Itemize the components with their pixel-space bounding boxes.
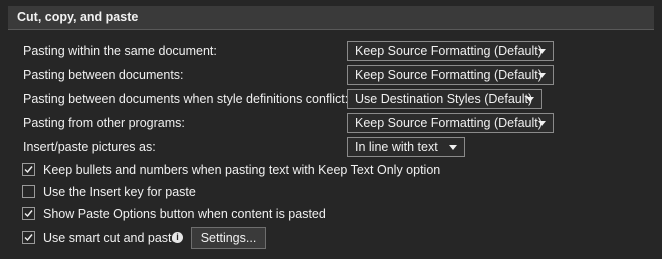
section-header: Cut, copy, and paste — [8, 6, 654, 30]
checkmark-icon — [24, 166, 33, 174]
show-paste-options-checkbox[interactable] — [22, 207, 35, 220]
smart-cut-paste-label: Use smart cut and paste — [43, 231, 179, 245]
paste-within-document-row: Pasting within the same document: Keep S… — [0, 40, 662, 62]
dropdown-value: Keep Source Formatting (Default) — [355, 116, 542, 130]
insert-key-paste-checkbox[interactable] — [22, 185, 35, 198]
chevron-down-icon — [538, 49, 546, 54]
paste-between-documents-dropdown[interactable]: Keep Source Formatting (Default) — [347, 65, 554, 85]
show-paste-options-label: Show Paste Options button when content i… — [43, 207, 326, 221]
show-paste-options-checkbox-row[interactable]: Show Paste Options button when content i… — [0, 203, 662, 225]
insert-pictures-label: Insert/paste pictures as: — [23, 140, 156, 154]
paste-other-programs-row: Pasting from other programs: Keep Source… — [0, 112, 662, 134]
chevron-down-icon — [538, 121, 546, 126]
insert-pictures-row: Insert/paste pictures as: In line with t… — [0, 136, 662, 158]
insert-pictures-dropdown[interactable]: In line with text — [347, 137, 465, 157]
section-title: Cut, copy, and paste — [17, 10, 139, 24]
dropdown-value: Keep Source Formatting (Default) — [355, 68, 542, 82]
paste-within-document-label: Pasting within the same document: — [23, 44, 217, 58]
paste-within-document-dropdown[interactable]: Keep Source Formatting (Default) — [347, 41, 554, 61]
keep-bullets-checkbox-row[interactable]: Keep bullets and numbers when pasting te… — [0, 159, 662, 181]
insert-key-paste-checkbox-row[interactable]: Use the Insert key for paste — [0, 181, 662, 203]
chevron-down-icon — [449, 145, 457, 150]
paste-style-conflict-row: Pasting between documents when style def… — [0, 88, 662, 110]
checkmark-icon — [24, 234, 33, 242]
checkmark-icon — [24, 210, 33, 218]
keep-bullets-checkbox[interactable] — [22, 163, 35, 176]
smart-cut-paste-checkbox[interactable] — [22, 231, 35, 244]
smart-cut-paste-checkbox-row[interactable]: Use smart cut and paste i Settings... — [0, 227, 662, 249]
dropdown-value: Use Destination Styles (Default) — [355, 92, 533, 106]
paste-between-documents-label: Pasting between documents: — [23, 68, 184, 82]
info-icon[interactable]: i — [172, 232, 183, 243]
dropdown-value: In line with text — [355, 140, 438, 154]
paste-other-programs-dropdown[interactable]: Keep Source Formatting (Default) — [347, 113, 554, 133]
chevron-down-icon — [538, 73, 546, 78]
paste-between-documents-row: Pasting between documents: Keep Source F… — [0, 64, 662, 86]
dropdown-value: Keep Source Formatting (Default) — [355, 44, 542, 58]
paste-style-conflict-dropdown[interactable]: Use Destination Styles (Default) — [347, 89, 542, 109]
insert-key-paste-label: Use the Insert key for paste — [43, 185, 196, 199]
paste-style-conflict-label: Pasting between documents when style def… — [23, 92, 349, 106]
paste-other-programs-label: Pasting from other programs: — [23, 116, 185, 130]
settings-button[interactable]: Settings... — [191, 227, 266, 249]
keep-bullets-label: Keep bullets and numbers when pasting te… — [43, 163, 441, 177]
chevron-down-icon — [526, 97, 534, 102]
